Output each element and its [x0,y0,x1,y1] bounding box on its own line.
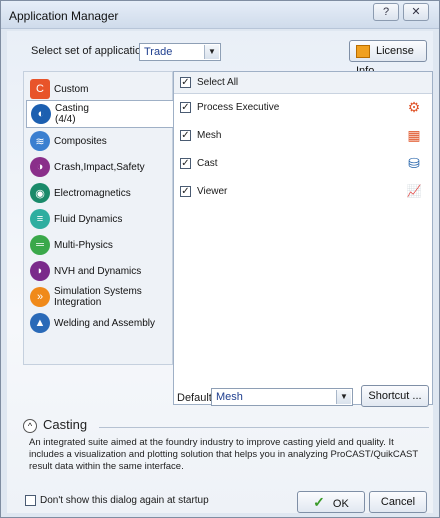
category-nvh[interactable]: ◗ NVH and Dynamics [26,258,172,284]
ok-button[interactable]: ✓ OK [297,491,365,513]
category-label: Custom [54,83,89,95]
dont-show-label: Don't show this dialog again at startup [40,495,209,506]
category-count: (4/4) [55,114,76,125]
category-label: Simulation Systems Integration [54,286,142,308]
select-all-row[interactable]: ✓ Select All [174,72,432,94]
viewer-checkbox[interactable]: ✓ [180,185,191,197]
window-title: Application Manager [9,9,119,23]
app-row-mesh[interactable]: ✓ Mesh ▦ [174,124,432,146]
category-list: C Custom ◐ Casting (4/4) ≋ Composites ◑ C… [23,71,174,365]
app-label: Viewer [197,185,228,197]
app-label: Mesh [197,129,222,141]
category-multi-physics[interactable]: ═ Multi-Physics [26,232,172,258]
help-button[interactable]: ? [373,3,399,21]
collapse-icon[interactable]: ^ [23,419,37,433]
category-label: Welding and Assembly [54,317,155,329]
category-composites[interactable]: ≋ Composites [26,128,172,154]
app-row-process-executive[interactable]: ✓ Process Executive ⚙ [174,96,432,118]
app-row-viewer[interactable]: ✓ Viewer 📈 [174,180,432,202]
chevron-down-icon: ▼ [204,45,219,59]
category-label: Electromagnetics [54,187,131,199]
dont-show-option[interactable]: Don't show this dialog again at startup [25,495,209,506]
category-info: ^ Casting An integrated suite aimed at t… [21,415,431,472]
category-label: Casting [55,103,89,114]
process-executive-checkbox[interactable]: ✓ [180,101,191,113]
category-casting[interactable]: ◐ Casting (4/4) [26,100,174,128]
ssi-icon: » [30,287,50,307]
license-icon [356,44,370,58]
application-set-dropdown[interactable]: Trade ▼ [139,43,221,61]
application-list: ✓ Select All ✓ Process Executive ⚙ ✓ Mes… [173,71,433,405]
viewer-icon: 📈 [406,184,422,198]
select-all-checkbox[interactable]: ✓ [180,77,191,88]
fluid-icon: ≡ [30,209,50,229]
dont-show-checkbox[interactable] [25,495,36,506]
cancel-button[interactable]: Cancel [369,491,427,513]
cast-icon: ⛁ [408,155,420,171]
dialog-client: Select set of application: Trade ▼ Licen… [7,31,433,513]
default-app-value: Mesh [216,391,243,403]
cast-checkbox[interactable]: ✓ [180,157,191,169]
ok-label: OK [332,498,349,510]
default-label: Default [177,392,212,404]
multiphysics-icon: ═ [30,235,50,255]
shortcut-button[interactable]: Shortcut ... [361,385,429,407]
mesh-icon: ▦ [407,127,421,143]
default-app-dropdown[interactable]: Mesh ▼ [211,388,353,406]
process-executive-icon: ⚙ [407,99,421,115]
category-electromagnetics[interactable]: ◉ Electromagnetics [26,180,172,206]
info-description: An integrated suite aimed at the foundry… [29,437,419,472]
electromagnetics-icon: ◉ [30,183,50,203]
title-bar: Application Manager ? ✕ [1,1,439,29]
application-manager-window: Application Manager ? ✕ Select set of ap… [0,0,440,518]
category-custom[interactable]: C Custom [26,76,172,102]
mesh-checkbox[interactable]: ✓ [180,129,191,141]
category-label: Composites [54,135,107,147]
app-row-cast[interactable]: ✓ Cast ⛁ [174,152,432,174]
category-ssi[interactable]: » Simulation Systems Integration [26,284,172,310]
category-label: NVH and Dynamics [54,265,142,277]
casting-icon: ◐ [31,104,51,124]
crash-icon: ◑ [30,157,50,177]
category-label: Multi-Physics [54,239,113,251]
info-title: Casting [43,417,88,432]
category-label: Fluid Dynamics [54,213,123,225]
category-fluid-dynamics[interactable]: ≡ Fluid Dynamics [26,206,172,232]
app-label: Process Executive [197,101,280,113]
license-info-button[interactable]: License Info [349,40,427,77]
app-label: Cast [197,157,218,169]
select-set-label: Select set of application: [31,45,151,57]
category-crash[interactable]: ◑ Crash,Impact,Safety [26,154,172,180]
welding-icon: ▲ [30,313,50,333]
custom-icon: C [30,79,50,99]
application-set-value: Trade [144,46,173,58]
divider [99,427,429,428]
category-label: Crash,Impact,Safety [54,161,145,173]
composites-icon: ≋ [30,131,50,151]
nvh-icon: ◗ [30,261,50,281]
checkmark-icon: ✓ [313,494,325,510]
select-all-label: Select All [197,77,239,88]
chevron-down-icon: ▼ [336,390,351,404]
category-welding[interactable]: ▲ Welding and Assembly [26,310,172,336]
close-button[interactable]: ✕ [403,3,429,21]
